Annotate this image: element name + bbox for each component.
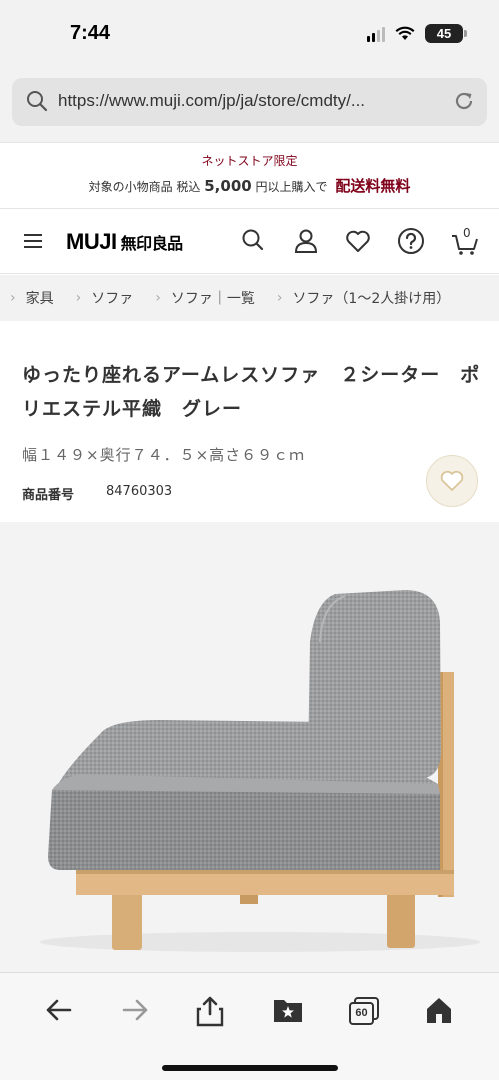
reload-icon[interactable]: [453, 90, 475, 112]
browser-bottom-bar: 60: [0, 972, 499, 1080]
promo-suffix: 円以上購入で: [255, 180, 328, 194]
tabs-icon[interactable]: 60: [349, 997, 379, 1025]
status-indicators: 45: [367, 24, 467, 43]
chevron-right-icon: ›: [10, 290, 16, 306]
tabs-count: 60: [349, 1002, 374, 1025]
back-icon[interactable]: [44, 995, 74, 1025]
status-time: 7:44: [70, 22, 111, 44]
chevron-right-icon: ›: [276, 290, 283, 306]
promo-prefix: 対象の小物商品 税込: [88, 180, 201, 194]
forward-icon[interactable]: [120, 995, 150, 1025]
product-title: ゆったり座れるアームレスソファ ２シーター ポリエステル平織 グレー: [22, 364, 481, 420]
chevron-right-icon: ›: [75, 290, 82, 306]
promo-banner[interactable]: ネットストア限定 対象の小物商品 税込 5,000 円以上購入で 配送料無料: [0, 142, 499, 208]
site-header: MUJI 無印良品 0: [0, 208, 499, 274]
cart-count: 0: [463, 226, 471, 240]
address-bar[interactable]: https://www.muji.com/jp/ja/store/cmdty/.…: [12, 78, 487, 126]
signal-icon: [367, 26, 385, 42]
breadcrumb-item[interactable]: › ソファ: [54, 288, 134, 308]
promo-line: 対象の小物商品 税込 5,000 円以上購入で 配送料無料: [0, 175, 499, 196]
battery-indicator: 45: [425, 24, 467, 43]
sofa-image: [40, 590, 480, 952]
chevron-right-icon: ›: [155, 290, 161, 306]
promo-highlight: 配送料無料: [335, 177, 411, 195]
product-image[interactable]: [0, 522, 499, 972]
user-icon[interactable]: [292, 227, 320, 255]
status-bar: 7:44 45: [0, 0, 499, 72]
promo-amount: 5,000: [204, 177, 252, 195]
home-indicator: [162, 1065, 338, 1071]
logo-kanji: 無印良品: [120, 236, 184, 253]
search-icon[interactable]: [240, 227, 266, 253]
search-icon: [27, 91, 48, 112]
promo-tag: ネットストア限定: [201, 154, 298, 168]
help-icon[interactable]: [397, 227, 425, 255]
heart-icon: [440, 470, 464, 491]
product-code: 84760303: [106, 484, 173, 499]
wifi-icon: [395, 26, 415, 40]
url-text[interactable]: https://www.muji.com/jp/ja/store/cmdty/.…: [58, 91, 365, 111]
logo-text: MUJI: [66, 229, 117, 254]
bookmarks-icon[interactable]: [272, 995, 304, 1025]
favorite-button[interactable]: [426, 455, 478, 507]
breadcrumb: › 家具 › ソファ › ソファ｜一覧 › ソファ（1〜2人掛け用）: [0, 275, 499, 321]
breadcrumb-item[interactable]: › ソファ｜一覧: [133, 288, 255, 308]
home-icon[interactable]: [424, 995, 454, 1025]
site-logo[interactable]: MUJI 無印良品: [66, 229, 183, 255]
product-code-label: 商品番号: [22, 488, 75, 503]
breadcrumb-item[interactable]: › 家具: [0, 288, 54, 308]
product-size: 幅１４９×奥行７４．５×高さ６９ｃｍ: [22, 446, 306, 464]
share-icon[interactable]: [196, 995, 224, 1027]
browser-toolbar: https://www.muji.com/jp/ja/store/cmdty/.…: [0, 72, 499, 142]
heart-icon[interactable]: [344, 227, 372, 255]
menu-icon[interactable]: [24, 234, 42, 248]
breadcrumb-item[interactable]: › ソファ（1〜2人掛け用）: [255, 288, 450, 308]
